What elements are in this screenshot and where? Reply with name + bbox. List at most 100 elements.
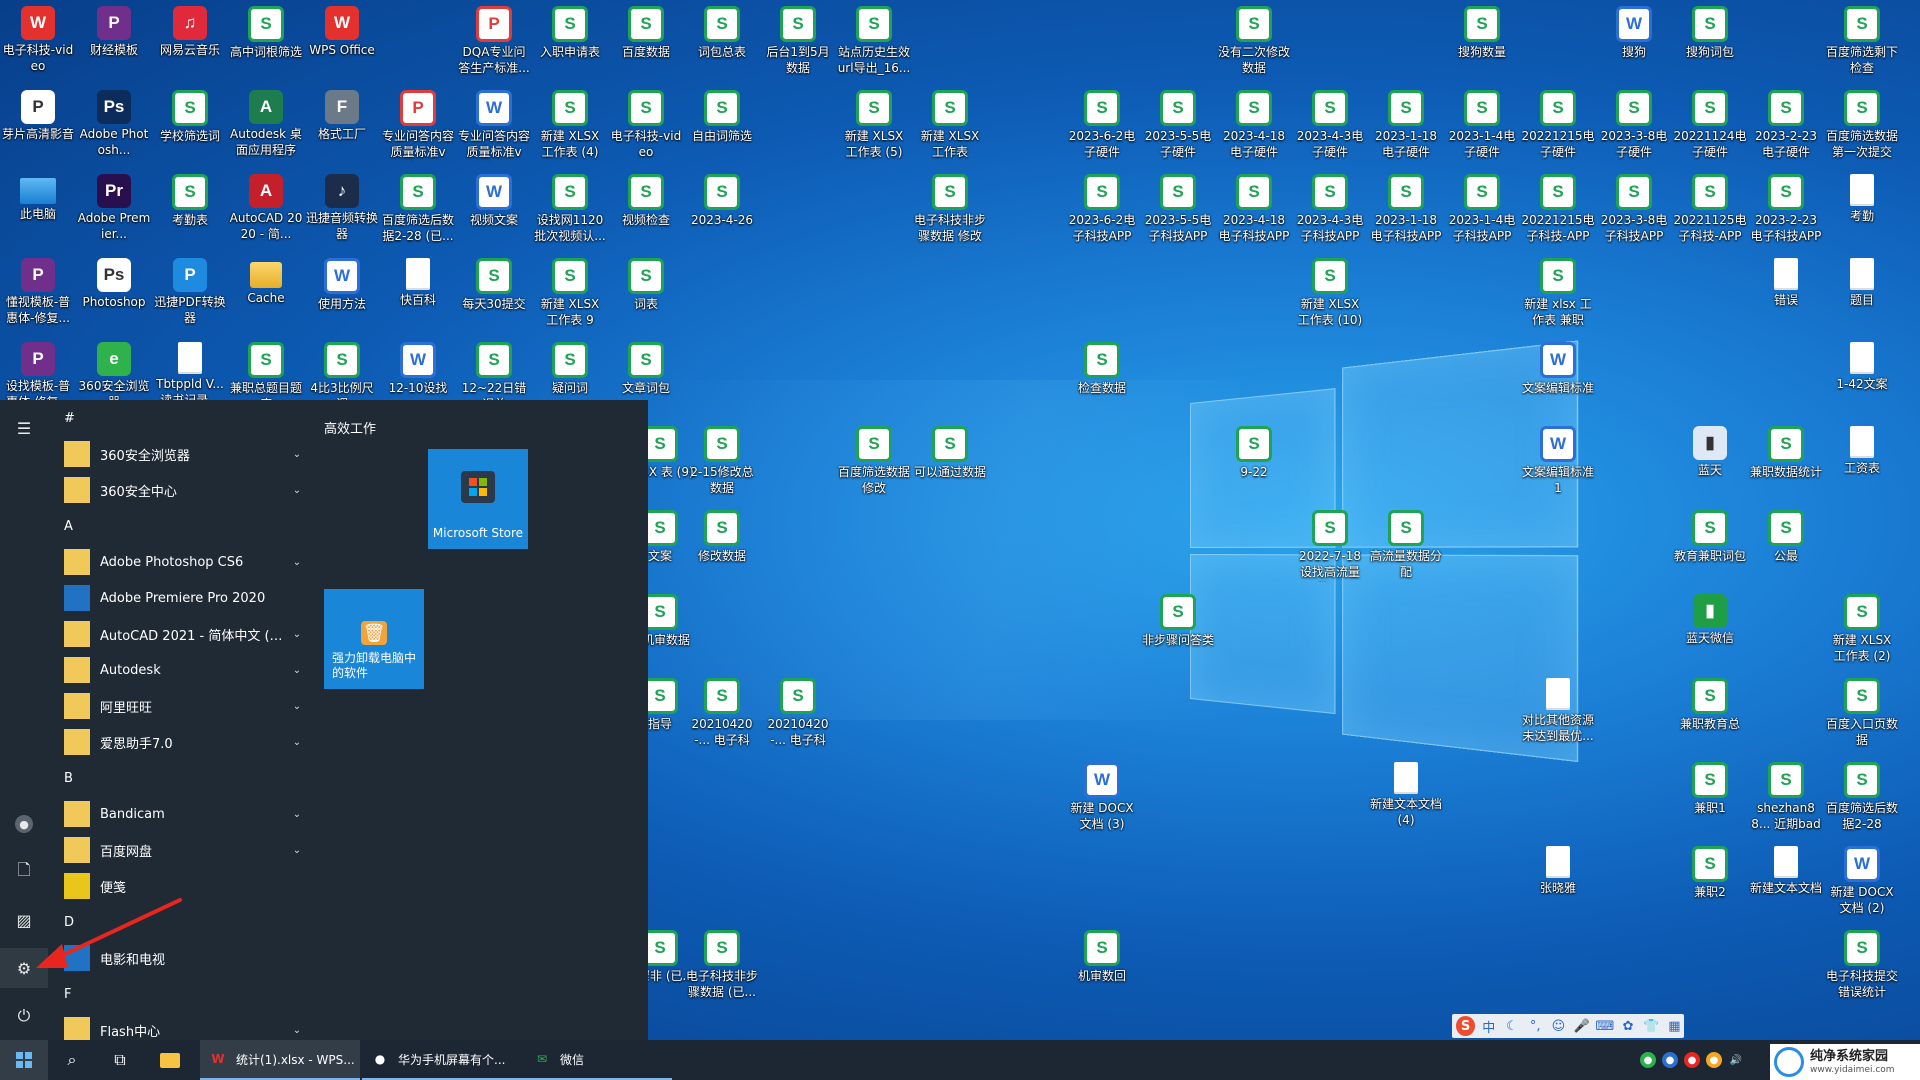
desktop-icon[interactable]: ▮ 蓝天微信 (1672, 590, 1748, 646)
desktop-icon[interactable]: S 每天30提交 (456, 254, 532, 312)
ime-toolbar-item[interactable]: ☺ (1549, 1019, 1568, 1034)
desktop-icon[interactable]: Ps Adobe Photosh... (76, 86, 152, 158)
desktop-icon[interactable]: 新建文本文档 (1748, 842, 1824, 896)
chevron-down-icon[interactable]: ⌄ (284, 449, 310, 460)
desktop-icon[interactable]: S2022-7-18设找高流量数... (1292, 506, 1368, 582)
windows-start-button[interactable] (0, 1040, 48, 1080)
desktop-icon[interactable]: P 懂视模板-普惠体-修复... (0, 254, 76, 326)
desktop-icon[interactable]: Sshezhan88... 近期badca... (1748, 758, 1824, 834)
desktop-icon[interactable]: S 入职申请表 (532, 2, 608, 60)
app-list-letter-header[interactable]: D (48, 904, 310, 940)
desktop-icon[interactable]: S 搜狗数量 (1444, 2, 1520, 60)
desktop-icon[interactable]: S 机审数回 (1064, 926, 1140, 984)
file-explorer-icon[interactable] (144, 1040, 196, 1080)
desktop-icon[interactable]: S 2023-1-4电子硬件 (1444, 86, 1520, 160)
ime-toolbar-item[interactable]: ⌨ (1595, 1019, 1614, 1034)
desktop-icon[interactable]: Pr Adobe Premier... (76, 170, 152, 242)
ime-toolbar-item[interactable]: 👕 (1642, 1019, 1661, 1034)
desktop-icon[interactable]: S 非步骤问答类 (1140, 590, 1216, 648)
app-list-item[interactable]: Autodesk ⌄ (48, 652, 310, 688)
desktop-icon[interactable]: W 文案编辑标准 (1520, 338, 1596, 396)
desktop-icon[interactable]: S 百度筛选数据修改 (836, 422, 912, 496)
desktop-icon[interactable]: S 2-15修改总数据 (684, 422, 760, 496)
chevron-down-icon[interactable]: ⌄ (284, 809, 310, 820)
desktop-icon[interactable]: 此电脑 (0, 170, 76, 222)
desktop-icon[interactable]: F 格式工厂 (304, 86, 380, 142)
desktop-icon[interactable]: 对比其他资源未达到最优... (1520, 674, 1596, 744)
desktop-icon[interactable]: Cache (228, 254, 304, 306)
desktop-icon[interactable]: S 兼职教育总 (1672, 674, 1748, 732)
desktop-icon[interactable]: 新建文本文档 (4) (1368, 758, 1444, 828)
app-list-item[interactable]: 爱思助手7.0 ⌄ (48, 724, 310, 760)
gear-icon[interactable]: ⚙ (0, 948, 48, 988)
desktop-icon[interactable]: 1-42文案 (1824, 338, 1900, 392)
desktop-icon[interactable]: S 电子科技-video (608, 86, 684, 160)
taskbar-task-button[interactable]: ✉ 微信 (524, 1040, 672, 1080)
desktop-icon[interactable]: W 视频文案 (456, 170, 532, 228)
taskbar-task-button[interactable]: W 统计(1).xlsx - WPS... (200, 1040, 360, 1080)
netease-tray-icon[interactable]: ● (1684, 1052, 1700, 1068)
desktop-icon[interactable]: A Autodesk 桌面应用程序 (228, 86, 304, 158)
desktop-icon[interactable]: S 学校筛选词 (152, 86, 228, 144)
desktop-icon[interactable]: S 2023-5-5电子科技APP (1140, 170, 1216, 244)
desktop-icon[interactable]: S 词包总表 (684, 2, 760, 60)
speaker-icon[interactable]: 🔊 (1728, 1052, 1744, 1068)
desktop-icon[interactable]: ▮ 蓝天 (1672, 422, 1748, 478)
sogou-ime-icon[interactable]: S (1456, 1016, 1476, 1036)
app-list-item[interactable]: 便笺 (48, 868, 310, 904)
desktop-icon[interactable]: S 疑问词 (532, 338, 608, 396)
user-icon[interactable]: ● (0, 804, 48, 844)
chevron-down-icon[interactable]: ⌄ (284, 1025, 310, 1036)
chevron-down-icon[interactable]: ⌄ (284, 701, 310, 712)
desktop-icon[interactable]: 考勤 (1824, 170, 1900, 224)
desktop-icon[interactable]: S 兼职1 (1672, 758, 1748, 816)
desktop-icon[interactable]: S 考勤表 (152, 170, 228, 228)
desktop-icon[interactable]: Tbtppld V... 读书记录... (152, 338, 228, 408)
desktop-icon[interactable]: S 2023-1-4电子科技APP (1444, 170, 1520, 244)
desktop-icon[interactable]: S 2023-4-26 (684, 170, 760, 228)
app-list-item[interactable]: Adobe Premiere Pro 2020 (48, 580, 310, 616)
desktop-icon[interactable]: S 文章词包 (608, 338, 684, 396)
desktop-icon[interactable]: S 2023-4-18电子硬件 (1216, 86, 1292, 160)
desktop-icon[interactable]: W 新建 DOCX 文档 (3) (1064, 758, 1140, 832)
desktop-icon[interactable]: W 新建 DOCX 文档 (2) (1824, 842, 1900, 916)
desktop-icon[interactable]: W 文案编辑标准1 (1520, 422, 1596, 496)
desktop-icon[interactable]: A AutoCAD 2020 - 简... (228, 170, 304, 242)
desktop-icon[interactable]: W 电子科技-video (0, 2, 76, 74)
chevron-down-icon[interactable]: ⌄ (284, 737, 310, 748)
desktop-icon[interactable]: S 兼职数据统计 (1748, 422, 1824, 480)
desktop-icon[interactable]: S 2023-6-2电子硬件 (1064, 86, 1140, 160)
desktop-icon[interactable]: S20210420-... 电子科技-... (760, 674, 836, 750)
app-list-item[interactable]: Flash中心 ⌄ (48, 1012, 310, 1040)
document-icon[interactable]: 🗋 (0, 852, 48, 892)
desktop-icon[interactable]: S 新建 XLSX 工作表 (10) (1292, 254, 1368, 328)
desktop-icon[interactable]: S 20221125电子科技-APP (1672, 170, 1748, 244)
app-list-item[interactable]: 阿里旺旺 ⌄ (48, 688, 310, 724)
desktop-icon[interactable]: S 2023-6-2电子科技APP (1064, 170, 1140, 244)
ime-toolbar-item[interactable]: °, (1526, 1019, 1545, 1034)
desktop-icon[interactable]: S 新建 XLSX 工作表 (5) (836, 86, 912, 160)
power-icon[interactable]: ⏻ (0, 996, 48, 1036)
app-list-item[interactable]: 360安全浏览器 ⌄ (48, 436, 310, 472)
desktop-icon[interactable]: W 使用方法 (304, 254, 380, 312)
search-icon[interactable]: ⌕ (48, 1040, 96, 1080)
desktop-icon[interactable]: 工资表 (1824, 422, 1900, 476)
desktop-icon[interactable]: S 后台1到5月数据 (760, 2, 836, 76)
desktop-icon[interactable]: 快百科 (380, 254, 456, 308)
desktop-icon[interactable]: S 百度筛选后数据2-28 (1824, 758, 1900, 832)
desktop-icon[interactable]: S 新建 xlsx 工作表 兼职 (1520, 254, 1596, 328)
app-list-item[interactable]: 电影和电视 (48, 940, 310, 976)
ime-toolbar-item[interactable]: ▦ (1665, 1019, 1684, 1034)
desktop-icon[interactable]: S20210420-... 电子科技-... (684, 674, 760, 750)
desktop-icon[interactable]: S 2023-3-8电子科技APP (1596, 170, 1672, 244)
desktop-icon[interactable]: W 搜狗 (1596, 2, 1672, 60)
hamburger-icon[interactable]: ☰ (0, 408, 48, 448)
desktop-icon[interactable]: S 百度入口页数据 (1824, 674, 1900, 748)
desktop-icon[interactable]: S 20221124电子硬件 (1672, 86, 1748, 160)
desktop-icon[interactable]: S 2023-5-5电子硬件 (1140, 86, 1216, 160)
desktop-icon[interactable]: ♫ 网易云音乐 (152, 2, 228, 58)
desktop-icon[interactable]: S 新建 XLSX 工作表 9 (532, 254, 608, 328)
tray-app2-icon[interactable]: ● (1706, 1052, 1722, 1068)
tile-microsoft-store[interactable]: Microsoft Store (428, 449, 528, 549)
ime-toolbar[interactable]: S 中 ☾ °, ☺ 🎤 ⌨ ✿ 👕 ▦ (1452, 1014, 1684, 1038)
